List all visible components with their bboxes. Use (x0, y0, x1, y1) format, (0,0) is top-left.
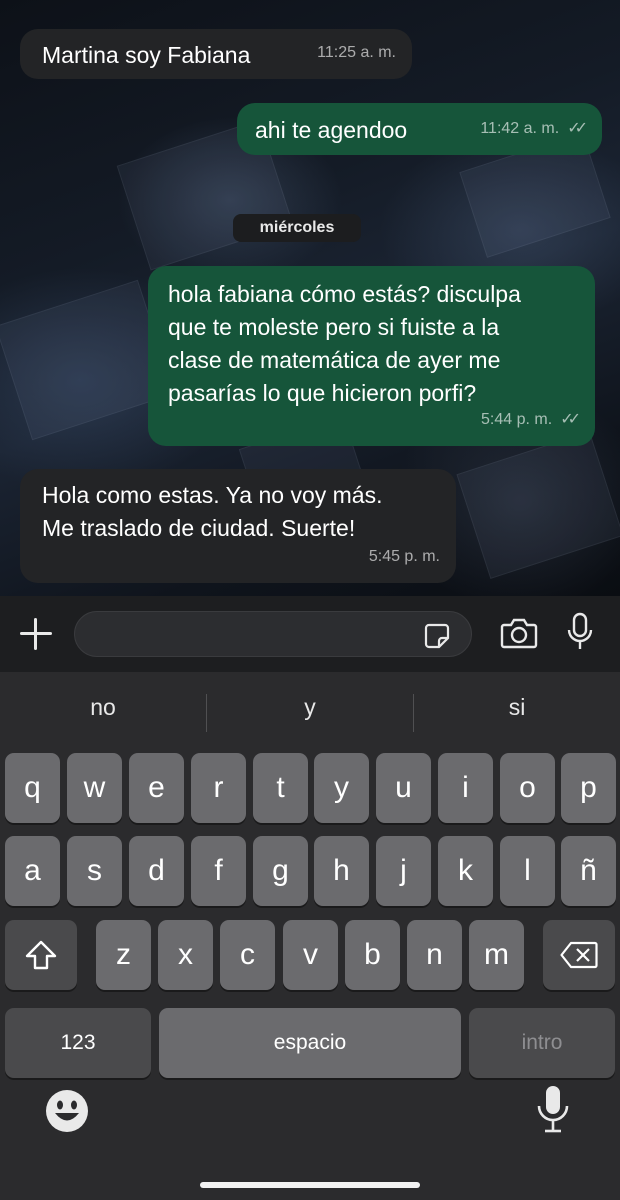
message-bubble-incoming[interactable]: Hola como estas. Ya no voy más. Me trasl… (20, 469, 456, 583)
key-enye[interactable]: ñ (561, 836, 616, 906)
key-y[interactable]: y (314, 753, 369, 823)
message-time: 5:45 p. m. (368, 548, 440, 565)
key-f[interactable]: f (191, 836, 246, 906)
key-i[interactable]: i (438, 753, 493, 823)
suggestion-item[interactable]: no (0, 694, 206, 721)
plus-icon[interactable] (16, 614, 56, 654)
message-text: Martina soy Fabiana (42, 42, 251, 68)
microphone-icon[interactable] (566, 612, 594, 652)
key-h[interactable]: h (314, 836, 369, 906)
key-s[interactable]: s (67, 836, 122, 906)
key-b[interactable]: b (345, 920, 400, 990)
message-meta: 11:42 a. m. ✓✓ (480, 112, 588, 145)
key-w[interactable]: w (67, 753, 122, 823)
key-o[interactable]: o (500, 753, 555, 823)
key-d[interactable]: d (129, 836, 184, 906)
numbers-key[interactable]: 123 (5, 1008, 151, 1078)
message-meta: 5:44 p. m. ✓✓ (481, 403, 581, 436)
home-indicator[interactable] (200, 1182, 420, 1188)
suggestion-bar: no y si (0, 672, 620, 752)
backspace-icon (560, 941, 598, 969)
keyboard: no y si q w e r t y u i o p a s d f g h … (0, 672, 620, 1200)
message-time: 11:42 a. m. (480, 120, 560, 137)
emoji-icon[interactable] (44, 1088, 90, 1134)
read-receipt-icon: ✓✓ (560, 411, 581, 428)
space-key[interactable]: espacio (159, 1008, 461, 1078)
backspace-key[interactable] (543, 920, 615, 990)
key-c[interactable]: c (220, 920, 275, 990)
message-bubble-incoming[interactable]: Martina soy Fabiana 11:25 a. m. (20, 29, 412, 79)
read-receipt-icon: ✓✓ (567, 120, 588, 137)
key-e[interactable]: e (129, 753, 184, 823)
key-l[interactable]: l (500, 836, 555, 906)
key-v[interactable]: v (283, 920, 338, 990)
shift-icon (25, 940, 57, 970)
dictation-mic-icon[interactable] (536, 1084, 570, 1136)
key-q[interactable]: q (5, 753, 60, 823)
message-text: ahi te agendoo (255, 117, 408, 143)
wallpaper-photo (456, 431, 620, 579)
message-time: 5:44 p. m. (481, 411, 553, 428)
message-meta: 5:45 p. m. (369, 540, 440, 573)
key-z[interactable]: z (96, 920, 151, 990)
suggestion-item[interactable]: y (207, 694, 413, 721)
key-x[interactable]: x (158, 920, 213, 990)
key-k[interactable]: k (438, 836, 493, 906)
date-divider: miércoles (233, 214, 361, 242)
key-u[interactable]: u (376, 753, 431, 823)
key-j[interactable]: j (376, 836, 431, 906)
message-composer (0, 596, 620, 672)
message-text: Hola como estas. Ya no voy más. Me trasl… (42, 482, 383, 541)
message-time: 11:25 a. m. (317, 44, 396, 61)
key-m[interactable]: m (469, 920, 524, 990)
key-n[interactable]: n (407, 920, 462, 990)
message-text: hola fabiana cómo estás? disculpa que te… (168, 281, 521, 406)
return-key[interactable]: intro (469, 1008, 615, 1078)
camera-icon[interactable] (500, 616, 538, 650)
message-bubble-outgoing[interactable]: ahi te agendoo 11:42 a. m. ✓✓ (237, 103, 602, 155)
message-bubble-outgoing[interactable]: hola fabiana cómo estás? disculpa que te… (148, 266, 595, 446)
key-r[interactable]: r (191, 753, 246, 823)
chat-area: Martina soy Fabiana 11:25 a. m. ahi te a… (0, 0, 620, 596)
shift-key[interactable] (5, 920, 77, 990)
message-input[interactable] (74, 611, 472, 657)
message-meta: 11:25 a. m. (317, 36, 396, 69)
sticker-icon[interactable] (424, 623, 450, 649)
key-p[interactable]: p (561, 753, 616, 823)
key-a[interactable]: a (5, 836, 60, 906)
key-g[interactable]: g (253, 836, 308, 906)
key-t[interactable]: t (253, 753, 308, 823)
suggestion-item[interactable]: si (414, 694, 620, 721)
